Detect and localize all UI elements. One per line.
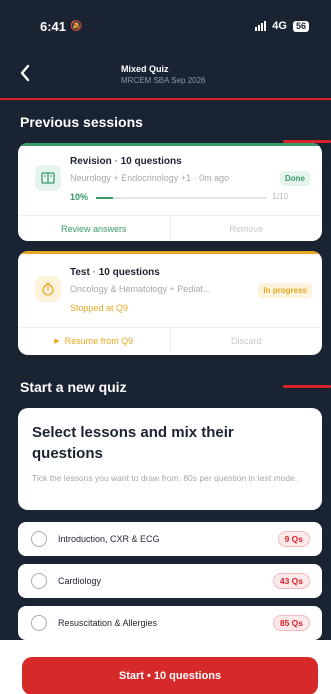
play-icon: ▶ — [54, 337, 60, 345]
resume-label: Resume from Q9 — [64, 335, 134, 346]
back-button[interactable] — [18, 62, 40, 86]
session-actions: Review answers Remove — [18, 215, 322, 241]
progress-fill — [96, 197, 113, 199]
status-badge: Done — [280, 171, 310, 186]
new-quiz-heading: Start a new quiz — [20, 379, 127, 395]
status-indicators: 4G 56 — [255, 20, 309, 32]
lesson-label: Resuscitation & Allergies — [58, 618, 158, 628]
lesson-label: Introduction, CXR & ECG — [58, 534, 160, 544]
new-quiz-card: Select lessons and mix their questions T… — [18, 408, 322, 510]
resume-button[interactable]: ▶ Resume from Q9 — [18, 328, 170, 353]
lesson-question-count: 85 Qs — [272, 615, 310, 631]
checkbox-circle-icon[interactable] — [31, 531, 47, 547]
session-mode: Test — [70, 267, 90, 278]
status-bar: 6:41 🔕 4G 56 — [0, 0, 331, 52]
session-title: Test · 10 questions — [70, 267, 160, 278]
session-topics: Oncology & Hematology + Pediat... — [70, 284, 211, 294]
nav-bar: Mixed Quiz MRCEM SBA Sep 2026 — [0, 52, 331, 98]
review-answers-button[interactable]: Review answers — [18, 216, 170, 241]
session-card-test[interactable]: Test · 10 questions Oncology & Hematolog… — [18, 251, 322, 355]
session-card-revision[interactable]: Revision · 10 questions Neurology + Endo… — [18, 143, 322, 241]
session-meta: Neurology + Endocrinology +1 · 0m ago — [70, 173, 230, 183]
book-icon — [35, 165, 61, 191]
stopped-at-label: Stopped at Q9 — [70, 303, 129, 313]
silent-bell-icon: 🔕 — [70, 20, 83, 32]
lesson-item[interactable]: Resuscitation & Allergies 85 Qs — [18, 606, 322, 640]
session-time: 0m ago — [199, 173, 230, 183]
session-actions: ▶ Resume from Q9 Discard — [18, 327, 322, 353]
session-title: Revision · 10 questions — [70, 156, 182, 167]
checkbox-circle-icon[interactable] — [31, 615, 47, 631]
lesson-question-count: 43 Qs — [272, 573, 310, 589]
session-mode: Revision — [70, 156, 112, 167]
header-divider — [0, 98, 331, 100]
page-subtitle: MRCEM SBA Sep 2026 — [121, 76, 206, 85]
card-status-border — [18, 251, 322, 254]
signal-icon — [255, 21, 267, 31]
new-quiz-description: Tick the lessons you want to draw from. … — [32, 473, 298, 483]
status-badge: In progress — [258, 283, 312, 298]
progress-count: 1/10 — [272, 192, 288, 201]
battery-icon: 56 — [292, 20, 309, 32]
page-title: Mixed Quiz — [121, 64, 169, 74]
lesson-question-count: 9 Qs — [277, 531, 310, 547]
status-time: 6:41 🔕 — [40, 19, 82, 34]
nav-titles: Mixed Quiz MRCEM SBA Sep 2026 — [121, 64, 205, 85]
section-accent — [283, 385, 331, 388]
session-question-count: 10 questions — [98, 267, 160, 278]
card-status-border — [18, 143, 322, 146]
previous-sessions-heading: Previous sessions — [20, 114, 143, 130]
remove-button[interactable]: Remove — [169, 216, 323, 241]
progress-percent: 10% — [70, 192, 89, 202]
lesson-item[interactable]: Cardiology 43 Qs — [18, 564, 322, 598]
network-type: 4G — [272, 20, 287, 32]
timer-icon — [35, 276, 61, 302]
start-quiz-button[interactable]: Start • 10 questions — [22, 657, 318, 694]
progress-bar — [96, 197, 266, 199]
discard-button[interactable]: Discard — [169, 328, 323, 353]
lesson-item[interactable]: Introduction, CXR & ECG 9 Qs — [18, 522, 322, 556]
new-quiz-title: Select lessons and mix their questions — [32, 424, 234, 462]
checkbox-circle-icon[interactable] — [31, 573, 47, 589]
chevron-left-icon — [20, 64, 30, 82]
session-question-count: 10 questions — [120, 156, 182, 167]
clock-text: 6:41 — [40, 18, 67, 34]
lesson-label: Cardiology — [58, 576, 102, 586]
session-topics: Neurology + Endocrinology +1 — [70, 173, 192, 183]
